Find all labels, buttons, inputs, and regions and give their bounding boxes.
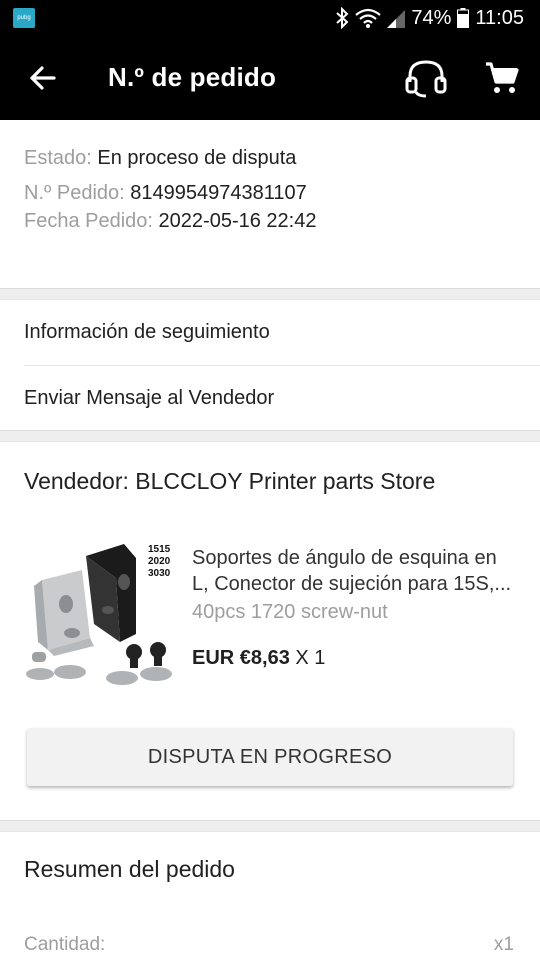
seller-name[interactable]: Vendedor: BLCCLOY Printer parts Store	[24, 468, 435, 495]
battery-percent: 74%	[411, 6, 452, 29]
size-label-2020: 2020	[148, 556, 171, 567]
product-variant: 40pcs 1720 screw-nut	[192, 601, 388, 623]
order-date-value: 2022-05-16 22:42	[158, 210, 317, 232]
order-number-label: N.º Pedido:	[24, 182, 125, 204]
order-status-row: Estado: En proceso de disputa	[24, 147, 296, 170]
product-quantity: X 1	[295, 647, 326, 669]
tracking-info-item[interactable]: Información de seguimiento	[0, 300, 540, 365]
size-label-1515: 1515	[148, 544, 171, 555]
signal-icon	[387, 10, 406, 28]
bluetooth-icon	[336, 7, 349, 29]
order-info-section: Estado: En proceso de disputa N.º Pedido…	[0, 120, 540, 288]
order-date-row: Fecha Pedido: 2022-05-16 22:42	[24, 210, 316, 233]
order-date-label: Fecha Pedido:	[24, 210, 153, 232]
order-number-row: N.º Pedido: 8149954974381107	[24, 182, 307, 205]
section-divider	[0, 820, 540, 832]
order-summary-title: Resumen del pedido	[24, 856, 235, 882]
clock: 11:05	[475, 6, 524, 29]
product-image[interactable]: 1515 2020 3030	[24, 538, 176, 694]
quantity-value: x1	[493, 934, 514, 955]
status-icons: 74% 11:05	[335, 0, 524, 36]
product-title-line-1: Soportes de ángulo de esquina en	[192, 547, 497, 569]
status-bar: pubg 74% 11:05	[0, 0, 540, 36]
product-price: EUR €8,63	[192, 647, 290, 669]
wifi-icon	[355, 8, 382, 28]
product-title[interactable]: Soportes de ángulo de esquina en L, Cone…	[192, 545, 518, 597]
arrow-left-icon[interactable]	[26, 62, 58, 94]
quantity-label: Cantidad:	[24, 934, 106, 955]
headset-icon[interactable]	[404, 58, 448, 98]
cart-icon[interactable]	[484, 60, 520, 96]
order-number-value: 8149954974381107	[130, 182, 307, 204]
size-label-3030: 3030	[148, 568, 171, 579]
section-divider	[0, 288, 540, 300]
order-status-value: En proceso de disputa	[97, 147, 297, 169]
product-price-row: EUR €8,63 X 1	[192, 647, 325, 670]
notification-app-icon: pubg	[13, 8, 35, 28]
message-seller-item[interactable]: Enviar Mensaje al Vendedor	[0, 366, 540, 431]
dispute-in-progress-button[interactable]: DISPUTA EN PROGRESO	[27, 728, 513, 786]
battery-icon	[457, 8, 470, 28]
order-status-label: Estado:	[24, 147, 92, 169]
app-bar: N.º de pedido	[0, 36, 540, 120]
section-divider	[0, 430, 540, 442]
page-title: N.º de pedido	[108, 62, 277, 92]
product-title-line-2: L, Conector de sujeción para 15S,...	[192, 573, 512, 595]
